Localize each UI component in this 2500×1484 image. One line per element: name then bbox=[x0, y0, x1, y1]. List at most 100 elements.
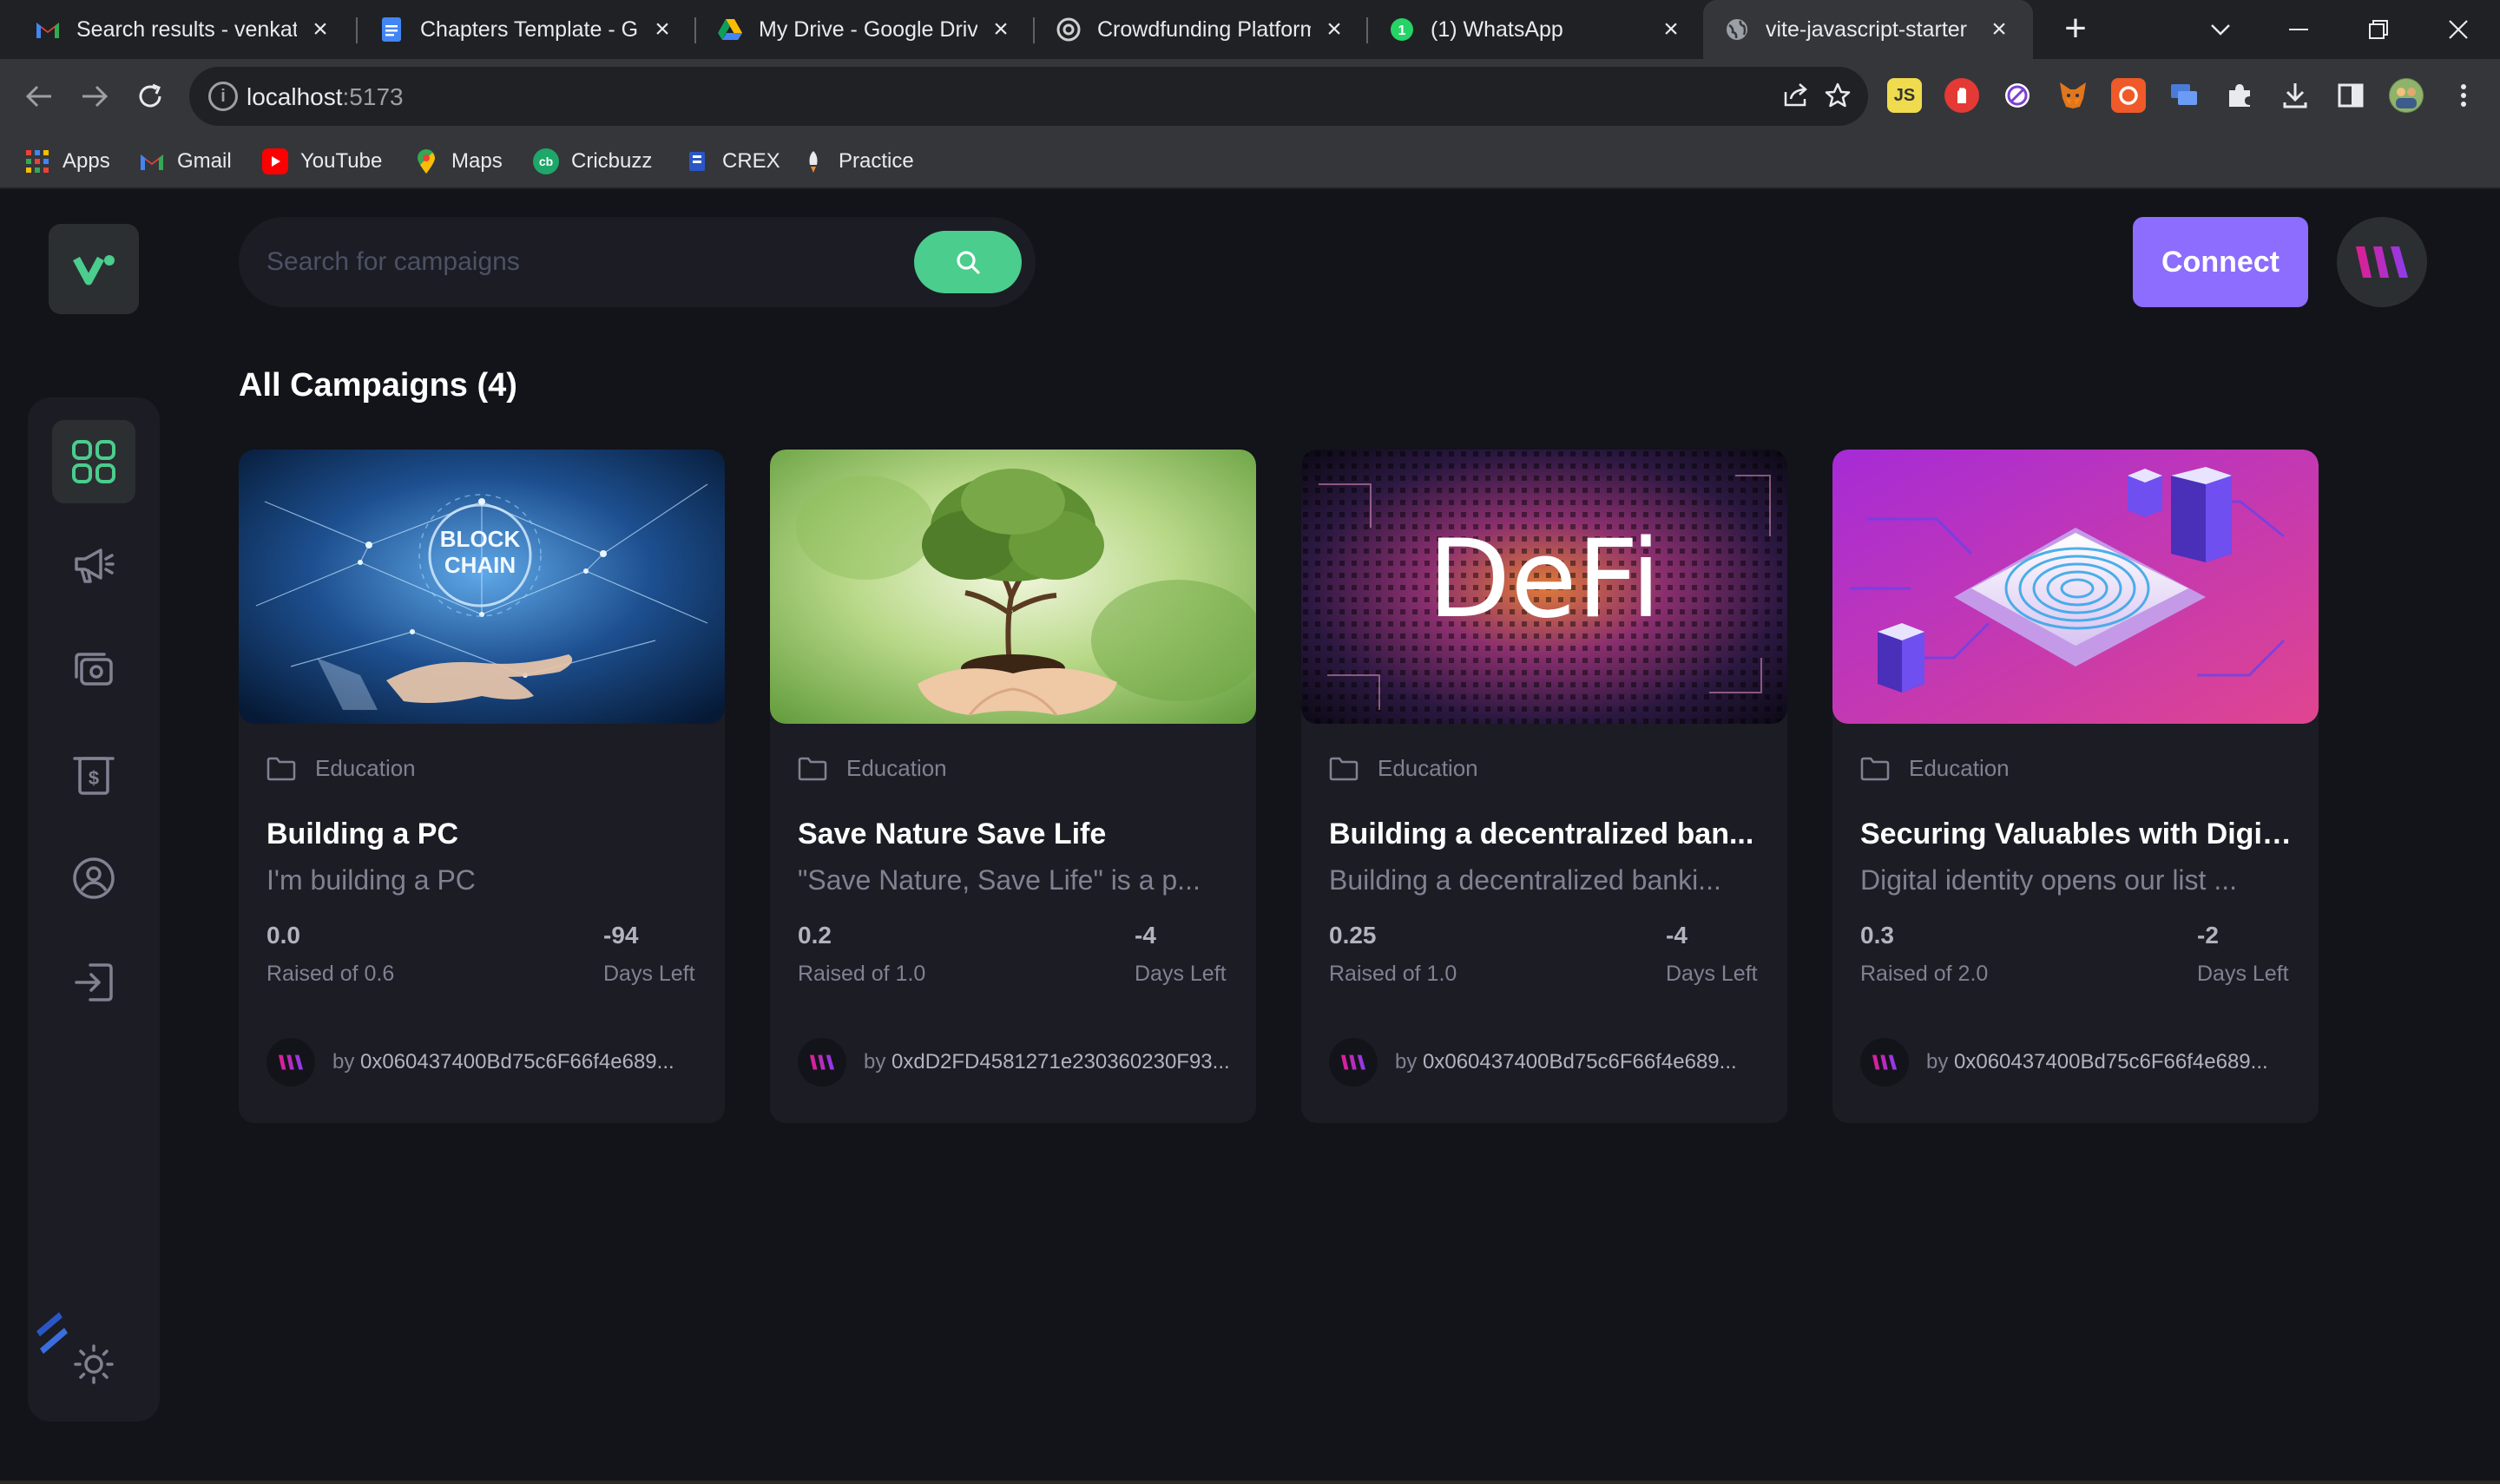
search-input[interactable] bbox=[266, 238, 874, 286]
search-button[interactable] bbox=[914, 231, 1022, 293]
extensions-puzzle-icon[interactable] bbox=[2222, 78, 2257, 113]
svg-text:BLOCK: BLOCK bbox=[440, 526, 521, 552]
apps-grid-icon bbox=[24, 148, 50, 174]
minimize-button[interactable] bbox=[2264, 0, 2333, 59]
sidebar-item-payment[interactable] bbox=[52, 628, 135, 712]
bookmark-label: Gmail bbox=[177, 149, 232, 173]
raised-value: 0.2 bbox=[798, 922, 832, 949]
forward-button[interactable] bbox=[73, 75, 116, 118]
category-label: Education bbox=[1909, 755, 2010, 781]
category-label: Education bbox=[315, 755, 416, 781]
tab-gmail[interactable]: Search results - venkatesh × bbox=[14, 0, 354, 59]
address-bar[interactable]: i localhost:5173 bbox=[189, 67, 1868, 126]
bookmark-apps[interactable]: Apps bbox=[24, 146, 110, 177]
brand-w-logo-icon bbox=[1340, 1054, 1366, 1070]
adblock-extension-icon[interactable] bbox=[1944, 78, 1979, 113]
docs-icon bbox=[378, 16, 405, 43]
app-logo[interactable] bbox=[49, 224, 139, 314]
download-icon[interactable] bbox=[2278, 78, 2312, 113]
blocker-extension-icon[interactable] bbox=[2000, 78, 2035, 113]
floating-widget-icon[interactable] bbox=[33, 1309, 71, 1361]
bookmark-youtube[interactable]: YouTube bbox=[262, 146, 382, 177]
sidebar-item-profile[interactable] bbox=[52, 837, 135, 920]
user-avatar-button[interactable] bbox=[2337, 217, 2427, 307]
bookmark-gmail[interactable]: Gmail bbox=[139, 146, 232, 177]
raised-stat: 0.25 Raised of 1.0 bbox=[1329, 922, 1457, 987]
profile-avatar[interactable] bbox=[2389, 78, 2424, 113]
raised-stat: 0.3 Raised of 2.0 bbox=[1860, 922, 1988, 987]
owner-prefix: by bbox=[332, 1050, 361, 1074]
owner-row: by 0xdD2FD4581271e230360230F93... bbox=[798, 1038, 1230, 1087]
campaign-image-tree bbox=[770, 450, 1256, 724]
site-info-icon[interactable]: i bbox=[208, 82, 238, 111]
tab-drive[interactable]: My Drive - Google Drive × bbox=[696, 0, 1035, 59]
tab-chatgpt[interactable]: Crowdfunding Platform ChatGPT × bbox=[1035, 0, 1368, 59]
owner-avatar bbox=[1329, 1038, 1378, 1087]
new-tab-button[interactable]: + bbox=[2054, 9, 2097, 52]
bookmark-cricbuzz[interactable]: cb Cricbuzz bbox=[533, 146, 652, 177]
days-label: Days Left bbox=[603, 962, 695, 986]
star-bookmark-icon[interactable] bbox=[1823, 82, 1852, 111]
days-left-stat: -2 Days Left bbox=[2197, 922, 2289, 987]
kebab-menu-icon[interactable] bbox=[2446, 78, 2481, 113]
metamask-fox-icon[interactable] bbox=[2056, 78, 2090, 113]
owner-avatar bbox=[1860, 1038, 1909, 1087]
sidebar-item-dashboard[interactable] bbox=[52, 420, 135, 503]
campaign-description: Building a decentralized banki... bbox=[1329, 864, 1721, 896]
sidebar-item-campaign[interactable] bbox=[52, 524, 135, 607]
days-left-stat: -4 Days Left bbox=[1135, 922, 1227, 987]
bookmark-practice[interactable]: Practice bbox=[800, 146, 914, 177]
bookmark-maps[interactable]: Maps bbox=[413, 146, 503, 177]
raised-label: Raised of 0.6 bbox=[266, 962, 395, 986]
drive-icon bbox=[717, 16, 743, 43]
tab-whatsapp[interactable]: 1 (1) WhatsApp × bbox=[1368, 0, 1705, 59]
owner-text: by 0x060437400Bd75c6F66f4e689... bbox=[1395, 1050, 1737, 1074]
back-button[interactable] bbox=[17, 75, 61, 118]
js-extension-icon[interactable]: JS bbox=[1887, 78, 1922, 113]
sun-icon bbox=[74, 1344, 114, 1384]
campaign-card[interactable]: Education Save Nature Save Life "Save Na… bbox=[770, 450, 1256, 1123]
owner-address: 0x060437400Bd75c6F66f4e689... bbox=[1423, 1050, 1737, 1074]
crex-icon bbox=[684, 148, 710, 174]
tab-vite-active[interactable]: vite-javascript-starter × bbox=[1703, 0, 2033, 59]
days-value: -4 bbox=[1135, 922, 1156, 949]
category-row: Education bbox=[266, 755, 416, 782]
svg-text:$: $ bbox=[89, 767, 99, 789]
crowdfunding-app: $ Search for campaigns Connect All Campa… bbox=[0, 189, 2500, 1484]
tab-search-chevron-icon[interactable] bbox=[2186, 0, 2255, 59]
side-panel-icon[interactable] bbox=[2333, 78, 2368, 113]
taskbar-edge bbox=[0, 1481, 2500, 1484]
bookmark-crex[interactable]: CREX bbox=[684, 146, 780, 177]
url-port: :5173 bbox=[342, 83, 404, 110]
sidebar-item-logout[interactable] bbox=[52, 941, 135, 1024]
close-window-button[interactable] bbox=[2424, 0, 2493, 59]
close-icon[interactable]: × bbox=[1321, 15, 1347, 44]
owner-text: by 0xdD2FD4581271e230360230F93... bbox=[864, 1050, 1230, 1074]
campaign-card[interactable]: BLOCK CHAIN Education Building a PC I'm … bbox=[239, 450, 725, 1123]
raised-label: Raised of 1.0 bbox=[798, 962, 926, 986]
restore-button[interactable] bbox=[2344, 0, 2413, 59]
close-icon[interactable]: × bbox=[988, 15, 1014, 44]
raised-label: Raised of 2.0 bbox=[1860, 962, 1989, 986]
tab-docs[interactable]: Chapters Template - Google Docs × bbox=[358, 0, 696, 59]
share-icon[interactable] bbox=[1781, 82, 1811, 111]
category-row: Education bbox=[1860, 755, 2010, 782]
profile-icon bbox=[73, 857, 115, 899]
record-extension-icon[interactable] bbox=[2111, 78, 2146, 113]
close-icon[interactable]: × bbox=[1658, 15, 1684, 44]
campaign-card[interactable]: DeFi Education Building a decentralized … bbox=[1301, 450, 1787, 1123]
screen-extension-icon[interactable] bbox=[2167, 78, 2201, 113]
folder-icon bbox=[798, 757, 827, 780]
days-label: Days Left bbox=[2197, 962, 2289, 986]
connect-button[interactable]: Connect bbox=[2133, 217, 2308, 307]
close-icon[interactable]: × bbox=[1986, 15, 2012, 44]
close-icon[interactable]: × bbox=[649, 15, 675, 44]
campaign-card[interactable]: Education Securing Valuables with Digit.… bbox=[1832, 450, 2319, 1123]
sidebar-item-withdraw[interactable]: $ bbox=[52, 732, 135, 816]
bookmark-label: CREX bbox=[722, 149, 780, 173]
campaign-title: Save Nature Save Life bbox=[798, 818, 1107, 850]
reload-button[interactable] bbox=[128, 75, 172, 118]
close-icon[interactable]: × bbox=[307, 15, 333, 44]
globe-icon bbox=[1724, 16, 1750, 43]
bookmark-label: Apps bbox=[62, 149, 110, 173]
